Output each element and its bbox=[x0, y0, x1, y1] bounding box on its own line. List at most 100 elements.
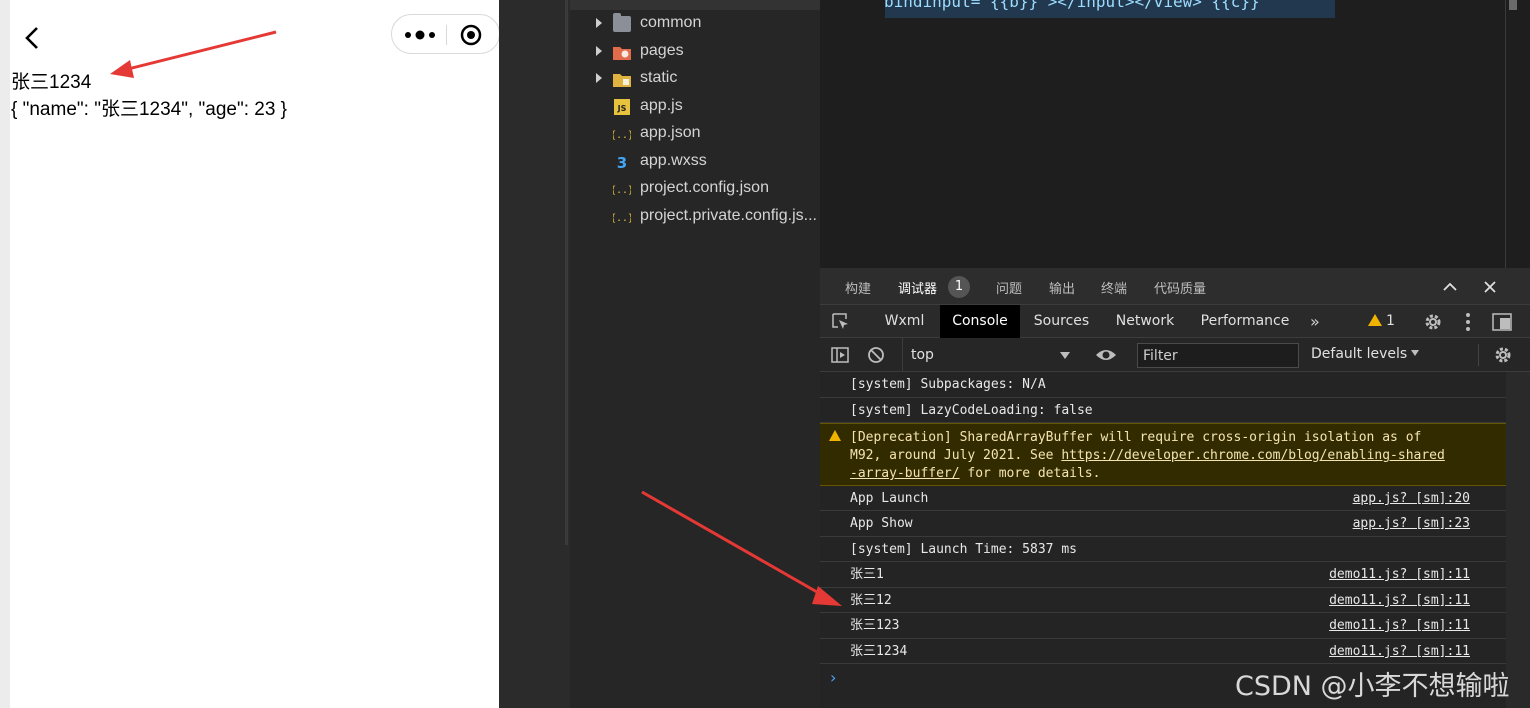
tab-code-quality[interactable]: 代码质量 bbox=[1154, 278, 1206, 297]
tab-build[interactable]: 构建 bbox=[845, 278, 871, 297]
source-link[interactable]: app.js? [sm]:20 bbox=[1353, 490, 1470, 508]
splitter[interactable] bbox=[565, 0, 568, 545]
svg-text:{..}: {..} bbox=[613, 130, 631, 141]
toolbar-divider bbox=[1478, 344, 1479, 366]
close-capsule-icon[interactable] bbox=[460, 24, 482, 46]
console-settings-icon[interactable] bbox=[1493, 345, 1513, 365]
tree-item-label: pages bbox=[640, 42, 684, 59]
source-link[interactable]: demo11.js? [sm]:11 bbox=[1329, 643, 1470, 661]
warning-count: 1 bbox=[1386, 313, 1395, 329]
source-link[interactable]: demo11.js? [sm]:11 bbox=[1329, 592, 1470, 610]
capsule-divider bbox=[446, 25, 447, 45]
context-selector[interactable]: top bbox=[902, 338, 1072, 372]
chevron-up-icon[interactable] bbox=[1442, 279, 1458, 295]
log-levels-dropdown[interactable]: Default levels bbox=[1311, 346, 1420, 362]
tree-item-app-json[interactable]: {..} app.json bbox=[570, 121, 820, 147]
annotation-arrow bbox=[110, 30, 277, 78]
tree-item-static[interactable]: static bbox=[570, 66, 820, 92]
folder-pages-icon bbox=[613, 47, 631, 60]
collapsed-caret-icon bbox=[596, 73, 602, 83]
tab-sources[interactable]: Sources bbox=[1023, 305, 1100, 338]
message-text: 张三1234 bbox=[850, 644, 908, 659]
more-tabs-button[interactable]: » bbox=[1310, 305, 1320, 338]
svg-text:{..}: {..} bbox=[613, 213, 631, 224]
tab-network[interactable]: Network bbox=[1103, 305, 1187, 338]
tab-debugger[interactable]: 调试器 bbox=[898, 278, 937, 297]
svg-text:JS: JS bbox=[617, 104, 627, 113]
message-text: App Show bbox=[850, 516, 913, 531]
clear-console-icon[interactable] bbox=[867, 346, 885, 364]
tree-item-label: app.json bbox=[640, 124, 701, 141]
tree-item-pages[interactable]: pages bbox=[570, 39, 820, 65]
folder-static-icon bbox=[613, 74, 631, 87]
sidebar-toggle-icon[interactable] bbox=[831, 346, 849, 364]
console-scrollbar[interactable] bbox=[1506, 372, 1530, 708]
watermark: CSDN @小李不想输啦 bbox=[1235, 671, 1510, 702]
devtools-panel: 构建 调试器 1 问题 输出 终端 代码质量 Wxml Console Sour… bbox=[820, 268, 1530, 708]
collapsed-caret-icon bbox=[596, 46, 602, 56]
devtools-tabbar: Wxml Console Sources Network Performance… bbox=[820, 305, 1530, 338]
console-warning-message: [Deprecation] SharedArrayBuffer will req… bbox=[820, 423, 1506, 486]
message-text: 张三1 bbox=[850, 567, 884, 582]
code-line[interactable]: bindinput="{{b}}"></input></view> {{c}} bbox=[884, 0, 1260, 11]
css-file-icon: 3 bbox=[617, 154, 627, 170]
tab-terminal[interactable]: 终端 bbox=[1101, 278, 1127, 297]
chevron-down-icon bbox=[1411, 350, 1420, 356]
tab-output[interactable]: 输出 bbox=[1049, 278, 1075, 297]
filter-input[interactable] bbox=[1137, 343, 1299, 368]
tree-item-label: static bbox=[640, 69, 678, 86]
kebab-menu-icon[interactable] bbox=[1465, 312, 1471, 332]
tree-item-project-config[interactable]: {..} project.config.json bbox=[570, 176, 820, 202]
json-file-icon: {..} bbox=[613, 213, 631, 224]
more-dots-icon[interactable] bbox=[404, 27, 436, 43]
warning-text-part: M92, around July 2021. See bbox=[850, 448, 1062, 463]
docs-link[interactable]: -array-buffer/ bbox=[850, 466, 960, 481]
tree-item-project-private-config[interactable]: {..} project.private.config.js... bbox=[570, 204, 820, 230]
console-prompt[interactable]: › bbox=[830, 668, 836, 687]
back-icon[interactable] bbox=[20, 22, 44, 54]
settings-gear-icon[interactable] bbox=[1423, 312, 1443, 332]
tree-item-common[interactable]: common bbox=[570, 11, 820, 37]
message-text: 张三123 bbox=[850, 618, 900, 633]
docs-link[interactable]: https://developer.chrome.com/blog/enabli… bbox=[1061, 448, 1445, 463]
tree-item-app-wxss[interactable]: 3 app.wxss bbox=[570, 149, 820, 175]
close-icon[interactable] bbox=[1482, 279, 1498, 295]
source-link[interactable]: app.js? [sm]:23 bbox=[1353, 515, 1470, 533]
tab-performance[interactable]: Performance bbox=[1190, 305, 1300, 338]
bottom-panel-tabs: 构建 调试器 1 问题 输出 终端 代码质量 bbox=[820, 268, 1530, 305]
json-file-icon: {..} bbox=[613, 185, 631, 196]
console-message: [system] Launch Time: 5837 ms bbox=[820, 537, 1506, 562]
console-message: [system] LazyCodeLoading: false bbox=[820, 398, 1506, 423]
inspect-element-icon[interactable] bbox=[832, 313, 850, 331]
console-message: [system] Subpackages: N/A bbox=[820, 372, 1506, 398]
editor-scrollbar[interactable] bbox=[1509, 0, 1517, 10]
dock-side-icon[interactable] bbox=[1492, 313, 1512, 331]
tree-item-app-js[interactable]: JS app.js bbox=[570, 94, 820, 120]
name-text: 张三1234 bbox=[11, 72, 92, 93]
data-json-text: { "name": "张三1234", "age": 23 } bbox=[11, 99, 288, 120]
message-text: 张三12 bbox=[850, 593, 892, 608]
folder-icon bbox=[613, 13, 631, 32]
console-message: 张三1234 demo11.js? [sm]:11 bbox=[820, 639, 1506, 664]
log-levels-label: Default levels bbox=[1311, 346, 1408, 362]
source-link[interactable]: demo11.js? [sm]:11 bbox=[1329, 617, 1470, 635]
collapsed-caret-icon bbox=[596, 18, 602, 28]
tab-wxml[interactable]: Wxml bbox=[872, 305, 937, 338]
js-file-icon: JS bbox=[614, 99, 630, 115]
live-expression-eye-icon[interactable] bbox=[1095, 347, 1117, 363]
code-editor[interactable]: bindinput="{{b}}"></input></view> {{c}} bbox=[820, 0, 1530, 268]
message-text: [system] Subpackages: N/A bbox=[850, 377, 1046, 392]
message-text: [system] LazyCodeLoading: false bbox=[850, 403, 1093, 418]
json-file-icon: {..} bbox=[613, 130, 631, 141]
warning-text: -array-buffer/ for more details. bbox=[850, 465, 1470, 483]
warnings-counter[interactable]: 1 bbox=[1368, 313, 1395, 331]
tab-problems[interactable]: 问题 bbox=[996, 278, 1022, 297]
tree-item-label: project.private.config.js... bbox=[640, 207, 817, 224]
tab-console[interactable]: Console bbox=[940, 305, 1020, 338]
source-link[interactable]: demo11.js? [sm]:11 bbox=[1329, 566, 1470, 584]
warning-text: [Deprecation] SharedArrayBuffer will req… bbox=[850, 430, 1422, 445]
simulator-edge bbox=[0, 0, 10, 708]
activity-gap bbox=[499, 0, 570, 708]
warning-text: M92, around July 2021. See https://devel… bbox=[850, 447, 1470, 465]
annotation-arrow bbox=[641, 490, 842, 606]
